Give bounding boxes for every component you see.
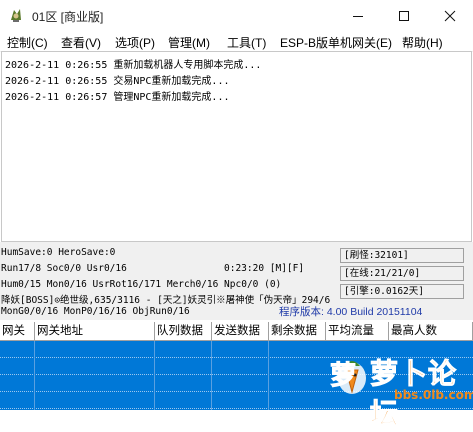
watermark-logo: 萝 萝卜论坛 bbs.0lb.com xyxy=(322,348,473,431)
mon-status: MonG0/0/16 MonP0/16/16 ObjRun0/16 xyxy=(1,306,190,317)
hum-save-status: HumSave:0 HeroSave:0 xyxy=(1,247,116,258)
log-line: 2026-2-11 0:26:55 交易NPC重新加载完成... xyxy=(5,76,230,87)
title-bar: 01区 [商业版] xyxy=(0,0,473,31)
menu-control[interactable]: 控制(C) xyxy=(7,34,48,51)
status-panel: HumSave:0 HeroSave:0 Run17/8 Soc0/0 Usr0… xyxy=(0,242,473,320)
run-status: Run17/8 Soc0/0 Usr0/16 xyxy=(1,263,127,274)
app-logo-icon xyxy=(8,7,24,23)
column-header-send-data[interactable]: 发送数据 xyxy=(212,322,269,341)
menu-help[interactable]: 帮助(H) xyxy=(402,34,443,51)
column-header-queue-data[interactable]: 队列数据 xyxy=(155,322,212,341)
log-line: 2026-2-11 0:26:57 管理NPC重新加载完成... xyxy=(5,92,230,103)
close-button[interactable] xyxy=(427,0,473,31)
minimize-icon xyxy=(353,15,363,17)
menu-esp-gateway[interactable]: ESP-B版单机网关(E) xyxy=(280,34,392,51)
menu-tools[interactable]: 工具(T) xyxy=(227,34,266,51)
column-header-gateway-address[interactable]: 网关地址 xyxy=(35,322,155,341)
column-header-average-traffic[interactable]: 平均流量 xyxy=(326,322,389,341)
column-divider xyxy=(268,341,269,410)
uptime-status: 0:23:20 [M][F] xyxy=(224,263,305,274)
column-header-max-users[interactable]: 最高人数 xyxy=(389,322,473,341)
maximize-icon xyxy=(399,10,409,21)
menu-view[interactable]: 查看(V) xyxy=(61,34,101,51)
menu-bar: 控制(C) 查看(V) 选项(P) 管理(M) 工具(T) ESP-B版单机网关… xyxy=(0,31,473,52)
engine-runtime: [引擎:0.0162天] xyxy=(340,284,464,299)
column-header-remaining-data[interactable]: 剩余数据 xyxy=(269,322,326,341)
maximize-button[interactable] xyxy=(381,0,427,31)
menu-options[interactable]: 选项(P) xyxy=(115,34,155,51)
column-header-gateway[interactable]: 网关 xyxy=(0,322,35,341)
menu-manage[interactable]: 管理(M) xyxy=(168,34,210,51)
hum-status: Hum0/15 Mon0/16 UsrRot16/171 Merch0/16 N… xyxy=(1,279,282,290)
svg-text:萝: 萝 xyxy=(330,361,356,391)
program-version: 程序版本: 4.00 Build 20151104 xyxy=(279,306,423,318)
column-divider xyxy=(34,341,35,410)
log-line: 2026-2-11 0:26:55 重新加载机器人专用脚本完成... xyxy=(5,60,262,71)
log-panel[interactable]: 2026-2-11 0:26:55 重新加载机器人专用脚本完成... 2026-… xyxy=(1,51,472,242)
close-icon xyxy=(444,10,456,21)
refresh-monster-count: [刷怪:32101] xyxy=(340,248,464,263)
online-count: [在线:21/21/0] xyxy=(340,266,464,281)
window-title: 01区 [商业版] xyxy=(32,10,104,24)
column-divider xyxy=(211,341,212,410)
column-divider xyxy=(154,341,155,410)
watermark-url: bbs.0lb.com xyxy=(394,388,473,402)
minimize-button[interactable] xyxy=(335,0,381,31)
